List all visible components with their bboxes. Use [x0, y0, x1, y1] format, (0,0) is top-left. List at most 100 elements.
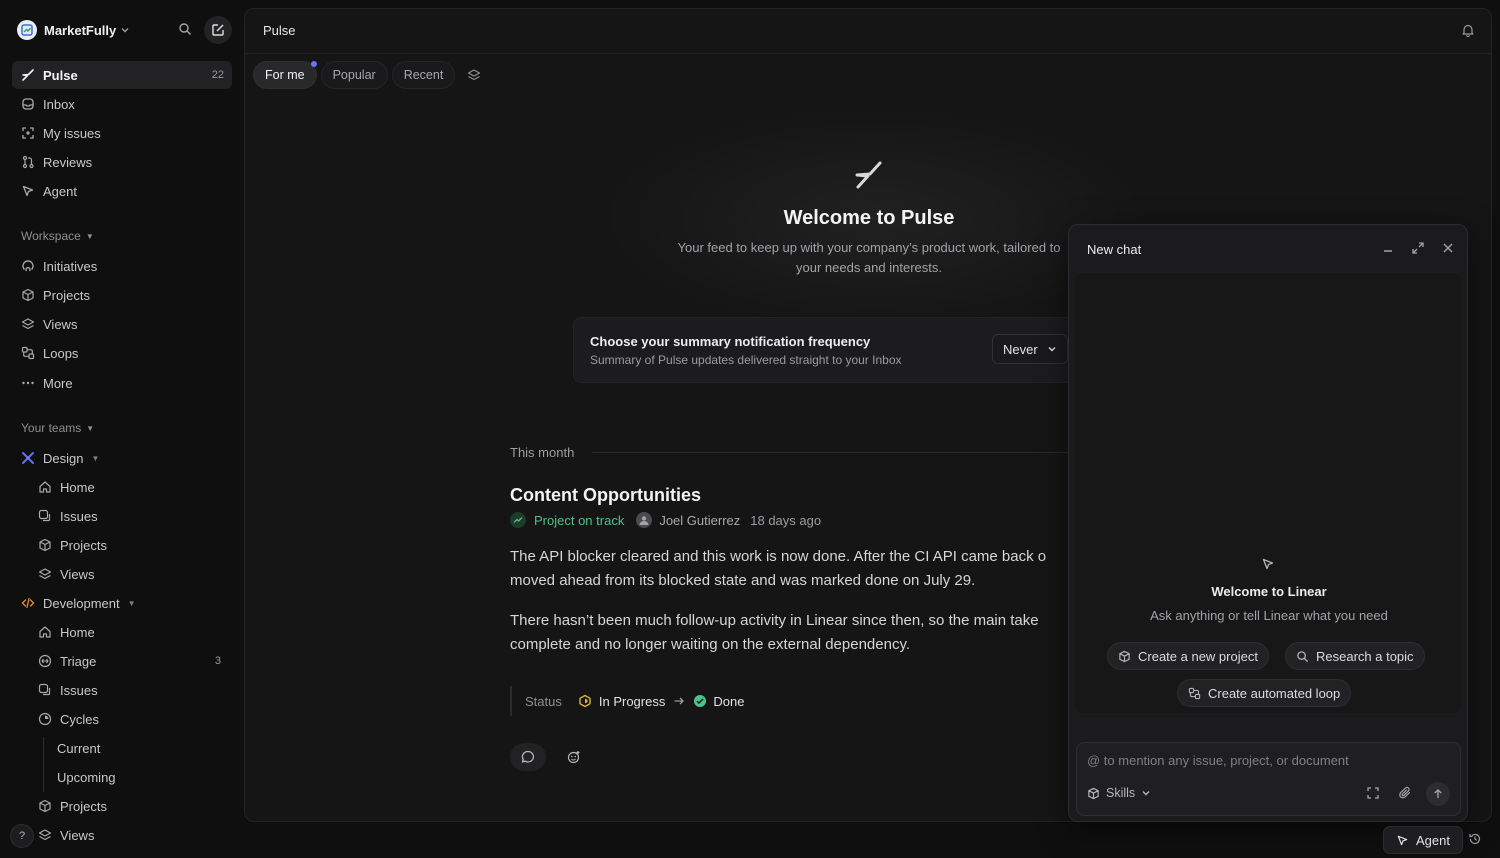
- sidebar-item-pulse[interactable]: Pulse 22: [12, 61, 232, 89]
- layers-icon: [20, 316, 36, 332]
- loops-icon: [1188, 687, 1201, 700]
- sidebar-item-design-issues[interactable]: Issues: [12, 502, 232, 530]
- fullscreen-icon[interactable]: [1366, 786, 1380, 800]
- sidebar-item-label: Issues: [60, 508, 98, 524]
- section-header-label: Workspace: [21, 229, 81, 243]
- pulse-icon: [20, 67, 36, 83]
- sidebar-item-reviews[interactable]: Reviews: [12, 148, 232, 176]
- create-project-chip[interactable]: Create a new project: [1107, 642, 1269, 670]
- layers-icon: [37, 827, 53, 843]
- post-actions: [510, 743, 592, 771]
- sidebar-item-label: Views: [43, 316, 78, 332]
- sidebar-item-dev-projects[interactable]: Projects: [12, 792, 232, 820]
- post-paragraph-1: The API blocker cleared and this work is…: [510, 545, 1090, 593]
- sidebar-item-initiatives[interactable]: Initiatives: [12, 252, 232, 280]
- sidebar-item-label: Initiatives: [43, 258, 98, 274]
- workspace-name: MarketFully: [44, 22, 117, 38]
- sidebar-item-design-projects[interactable]: Projects: [12, 531, 232, 559]
- chat-welcome-subtitle: Ask anything or tell Linear what you nee…: [1150, 608, 1388, 623]
- notification-frequency-card: Choose your summary notification frequen…: [573, 317, 1073, 383]
- emoji-add-icon: [567, 751, 580, 764]
- history-icon[interactable]: [1468, 832, 1482, 846]
- project-status[interactable]: Project on track: [534, 513, 624, 528]
- sidebar-item-projects[interactable]: Projects: [12, 281, 232, 309]
- issues-icon: [37, 508, 53, 524]
- sidebar-item-label: Projects: [60, 537, 107, 553]
- chip-label: Create automated loop: [1208, 685, 1341, 701]
- minimize-icon[interactable]: [1381, 241, 1395, 255]
- paperclip-icon[interactable]: [1398, 786, 1412, 800]
- sidebar-item-dev-triage[interactable]: Triage 3: [12, 647, 232, 675]
- workspace-switcher[interactable]: MarketFully: [12, 14, 236, 46]
- design-team-icon: [20, 450, 36, 466]
- research-topic-chip[interactable]: Research a topic: [1285, 642, 1425, 670]
- paragraph-line: moved ahead from its blocked state and w…: [510, 572, 976, 589]
- sidebar-item-dev-home[interactable]: Home: [12, 618, 232, 646]
- comment-button[interactable]: [510, 743, 546, 771]
- sidebar-item-dev-views[interactable]: Views: [12, 821, 232, 849]
- bell-icon[interactable]: [1461, 23, 1475, 37]
- compose-button[interactable]: [204, 16, 232, 44]
- create-loop-chip[interactable]: Create automated loop: [1177, 679, 1352, 707]
- tab-popular[interactable]: Popular: [320, 61, 388, 89]
- month-section-label: This month: [510, 445, 575, 460]
- frequency-select[interactable]: Never: [992, 334, 1068, 364]
- tab-label: Recent: [403, 68, 444, 82]
- status-label: Status: [525, 693, 562, 709]
- pull-request-icon: [20, 154, 36, 170]
- notif-subtitle: Summary of Pulse updates delivered strai…: [590, 353, 902, 367]
- month-divider: [592, 452, 1072, 453]
- compose-icon: [212, 24, 224, 36]
- caret-down-icon: ▼: [85, 231, 94, 241]
- post-title[interactable]: Content Opportunities: [510, 485, 701, 506]
- layers-icon: [37, 566, 53, 582]
- sidebar-item-label: Projects: [60, 798, 107, 814]
- teams-section-header[interactable]: Your teams ▼: [21, 421, 94, 435]
- skills-dropdown[interactable]: Skills: [1087, 786, 1151, 800]
- chevron-down-icon: [1141, 788, 1151, 798]
- post-author[interactable]: Joel Gutierrez: [659, 513, 740, 528]
- sidebar-item-loops[interactable]: Loops: [12, 339, 232, 367]
- sidebar-item-views[interactable]: Views: [12, 310, 232, 338]
- chat-input[interactable]: [1087, 753, 1447, 768]
- sidebar-item-my-issues[interactable]: My issues: [12, 119, 232, 147]
- cube-icon: [1087, 787, 1100, 800]
- team-design[interactable]: Design ▼: [12, 444, 232, 472]
- chat-panel: New chat Welcome to Linear Ask anything …: [1068, 224, 1468, 822]
- layers-icon[interactable]: [467, 68, 481, 82]
- sidebar-item-dev-issues[interactable]: Issues: [12, 676, 232, 704]
- add-reaction-button[interactable]: [556, 743, 592, 771]
- team-name: Design: [43, 450, 84, 466]
- comment-icon: [521, 750, 535, 763]
- team-development[interactable]: Development ▼: [12, 589, 232, 617]
- sidebar: MarketFully Pulse 22 Inbox My issues Rev…: [0, 0, 244, 858]
- sidebar-item-design-home[interactable]: Home: [12, 473, 232, 501]
- sidebar-item-cycle-current[interactable]: Current: [12, 734, 232, 762]
- agent-button[interactable]: Agent: [1383, 826, 1463, 854]
- sidebar-item-inbox[interactable]: Inbox: [12, 90, 232, 118]
- sidebar-item-label: Issues: [60, 682, 98, 698]
- section-header-label: Your teams: [21, 421, 82, 435]
- sidebar-item-dev-cycles[interactable]: Cycles: [12, 705, 232, 733]
- issues-icon: [37, 682, 53, 698]
- triage-icon: [37, 653, 53, 669]
- expand-icon[interactable]: [1411, 241, 1425, 255]
- sidebar-item-more[interactable]: More: [12, 369, 232, 397]
- tab-for-me[interactable]: For me: [253, 61, 317, 89]
- close-icon[interactable]: [1441, 241, 1455, 255]
- pulse-count-badge: 22: [211, 69, 224, 81]
- unread-dot: [310, 61, 317, 67]
- search-icon[interactable]: [178, 22, 192, 36]
- paragraph-line: complete and no longer waiting on the ex…: [510, 636, 910, 653]
- sidebar-item-cycle-upcoming[interactable]: Upcoming: [12, 763, 232, 791]
- send-button[interactable]: [1426, 782, 1450, 806]
- status-change: Status In Progress Done: [510, 686, 744, 716]
- status-from: In Progress: [598, 693, 666, 709]
- help-button[interactable]: ?: [10, 824, 34, 848]
- sidebar-item-design-views[interactable]: Views: [12, 560, 232, 588]
- status-to: Done: [713, 693, 745, 709]
- sidebar-item-label: Agent: [43, 183, 77, 199]
- workspace-section-header[interactable]: Workspace ▼: [21, 229, 94, 243]
- tab-recent[interactable]: Recent: [391, 61, 456, 89]
- sidebar-item-agent[interactable]: Agent: [12, 177, 232, 205]
